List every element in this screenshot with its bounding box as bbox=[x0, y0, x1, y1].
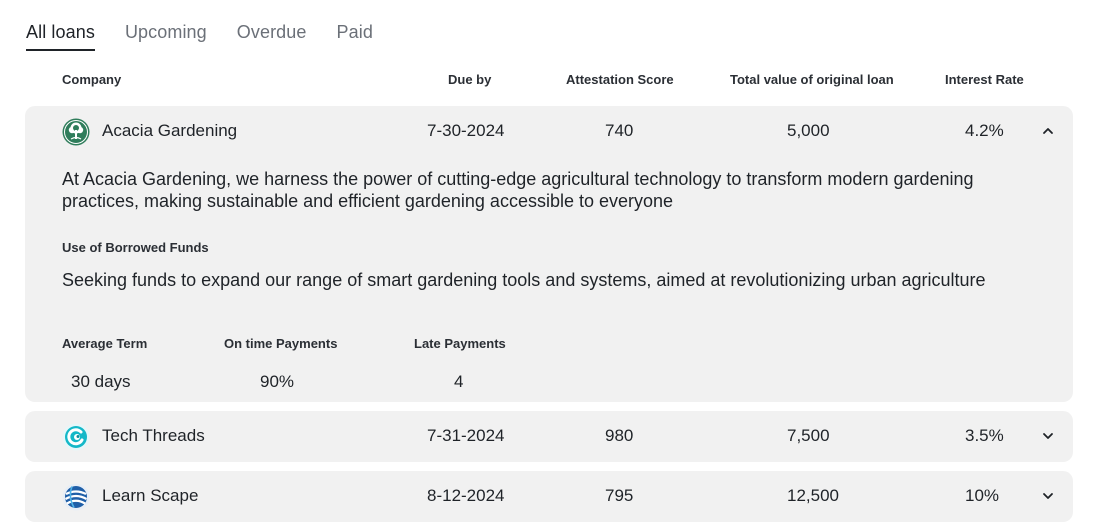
globe-logo-icon bbox=[62, 483, 90, 511]
tab-overdue[interactable]: Overdue bbox=[237, 22, 307, 51]
chevron-down-icon[interactable] bbox=[1041, 489, 1055, 503]
use-of-funds-text: Seeking funds to expand our range of sma… bbox=[62, 270, 986, 290]
late-payments-value: 4 bbox=[454, 372, 464, 391]
company-description: At Acacia Gardening, we harness the powe… bbox=[62, 169, 974, 211]
average-term-value: 30 days bbox=[71, 372, 131, 391]
attestation-score: 795 bbox=[605, 486, 634, 505]
average-term-label: Average Term bbox=[62, 336, 148, 351]
loan-card-tech-threads: Tech Threads 7-31-2024 980 7,500 3.5% bbox=[25, 411, 1073, 462]
late-payments-label: Late Payments bbox=[414, 336, 506, 351]
tab-paid[interactable]: Paid bbox=[337, 22, 373, 51]
swirl-logo-icon bbox=[62, 423, 90, 451]
interest-rate: 10% bbox=[965, 486, 1000, 505]
company-name: Learn Scape bbox=[102, 486, 199, 505]
interest-rate: 4.2% bbox=[965, 121, 1004, 140]
column-header-attestation-score: Attestation Score bbox=[566, 72, 674, 87]
company-name: Tech Threads bbox=[102, 426, 205, 445]
attestation-score: 980 bbox=[605, 426, 634, 445]
attestation-score: 740 bbox=[605, 121, 634, 140]
loans-page: All loans Upcoming Overdue Paid Company … bbox=[0, 0, 1103, 528]
use-of-funds-label: Use of Borrowed Funds bbox=[62, 240, 209, 255]
column-header-interest-rate: Interest Rate bbox=[945, 72, 1024, 87]
total-loan-value: 12,500 bbox=[787, 486, 839, 505]
tree-logo-icon bbox=[62, 118, 90, 146]
loan-row[interactable]: Acacia Gardening 7-30-2024 740 5,000 4.2… bbox=[25, 106, 1073, 157]
company-name: Acacia Gardening bbox=[102, 121, 238, 140]
total-loan-value: 7,500 bbox=[787, 426, 830, 445]
tab-upcoming[interactable]: Upcoming bbox=[125, 22, 207, 51]
loan-row[interactable]: Learn Scape 8-12-2024 795 12,500 10% bbox=[25, 471, 1073, 522]
loan-card-acacia-gardening: Acacia Gardening 7-30-2024 740 5,000 4.2… bbox=[25, 106, 1073, 402]
due-date: 7-30-2024 bbox=[427, 121, 505, 140]
chevron-down-icon[interactable] bbox=[1041, 429, 1055, 443]
due-date: 7-31-2024 bbox=[427, 426, 505, 445]
interest-rate: 3.5% bbox=[965, 426, 1004, 445]
loan-row[interactable]: Tech Threads 7-31-2024 980 7,500 3.5% bbox=[25, 411, 1073, 462]
loan-card-learn-scape: Learn Scape 8-12-2024 795 12,500 10% bbox=[25, 471, 1073, 522]
column-header-total-value: Total value of original loan bbox=[730, 72, 894, 87]
tab-all-loans[interactable]: All loans bbox=[26, 22, 95, 51]
chevron-up-icon[interactable] bbox=[1041, 124, 1055, 138]
on-time-payments-value: 90% bbox=[260, 372, 295, 391]
loan-tabs: All loans Upcoming Overdue Paid bbox=[26, 22, 403, 51]
column-header-due-by: Due by bbox=[448, 72, 492, 87]
total-loan-value: 5,000 bbox=[787, 121, 830, 140]
on-time-payments-label: On time Payments bbox=[224, 336, 338, 351]
column-header-company: Company bbox=[62, 72, 122, 87]
table-header: Company Due by Attestation Score Total v… bbox=[0, 72, 1103, 90]
due-date: 8-12-2024 bbox=[427, 486, 505, 505]
